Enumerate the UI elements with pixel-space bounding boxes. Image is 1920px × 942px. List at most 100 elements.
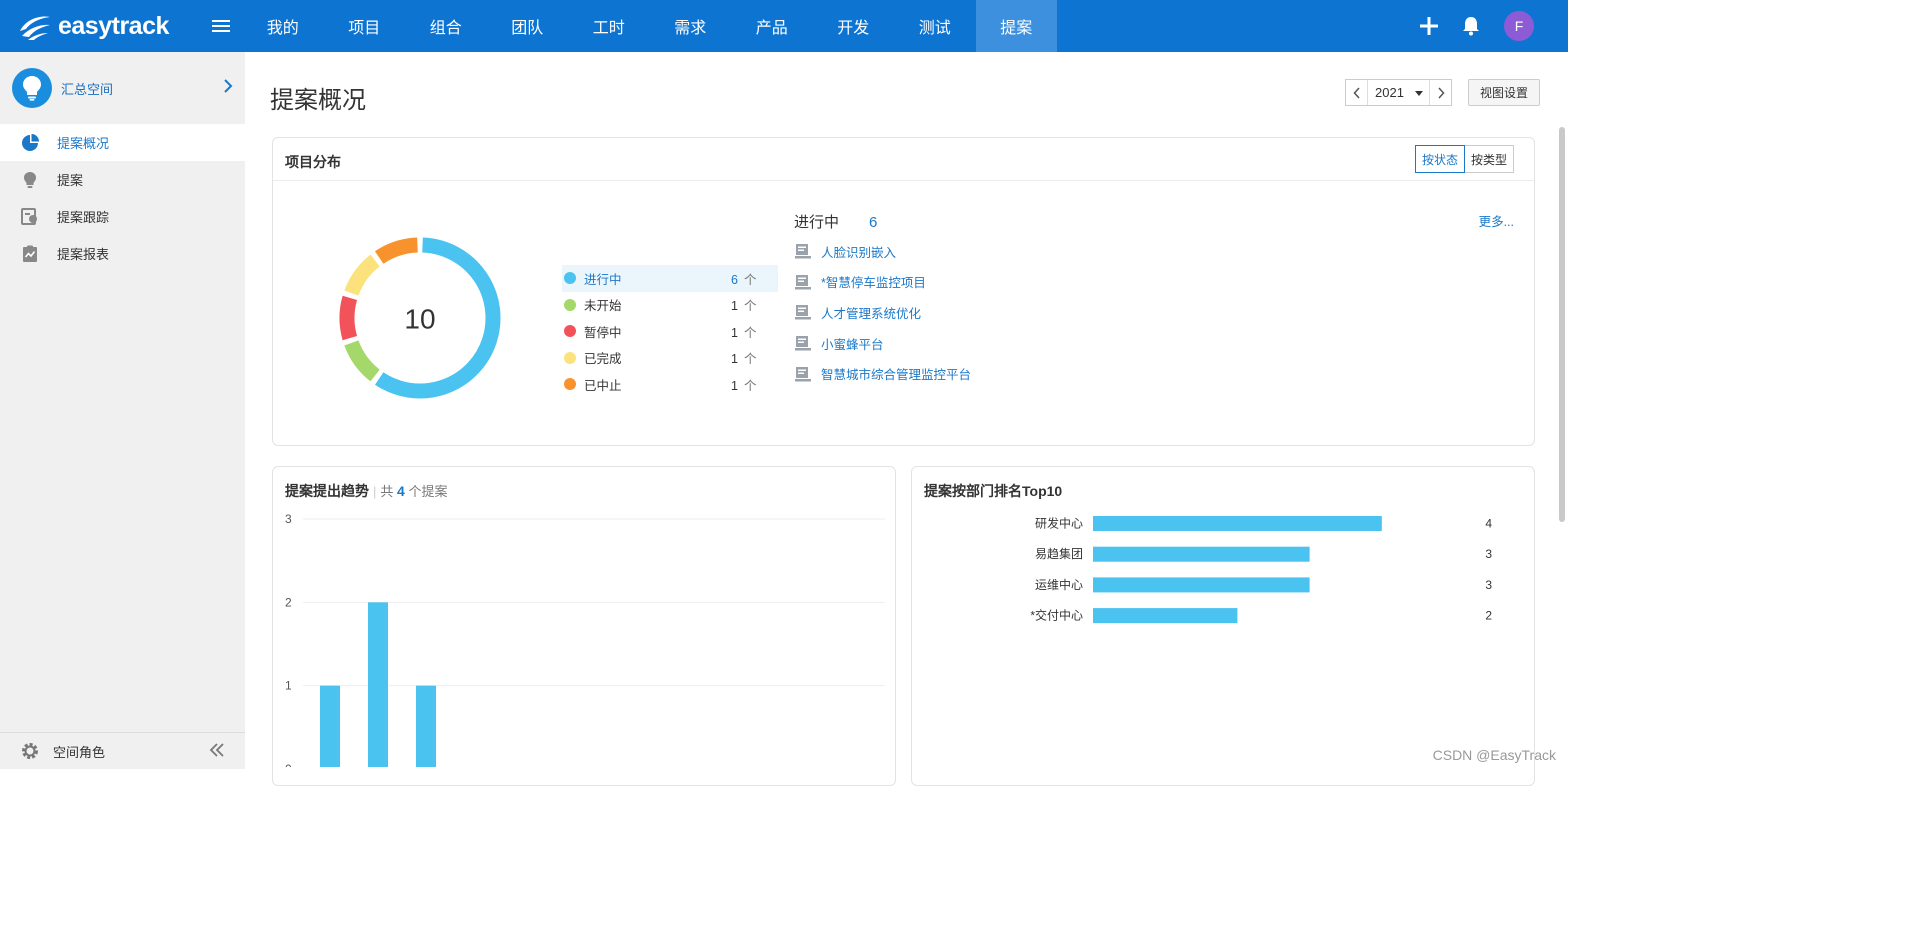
scrollbar-thumb[interactable]	[1559, 127, 1565, 522]
donut-slice[interactable]	[374, 237, 501, 399]
space-header[interactable]: 汇总空间	[0, 52, 245, 124]
sidebar-item-proposals[interactable]: 提案	[0, 161, 245, 198]
tracking-icon	[20, 207, 40, 227]
donut-slice[interactable]	[339, 295, 358, 341]
legend-item-not-started[interactable]: 未开始 1个	[562, 292, 778, 319]
nav-item-proposals[interactable]: 提案	[975, 0, 1057, 52]
donut-slice[interactable]	[374, 237, 419, 264]
by-type-tab[interactable]: 按类型	[1464, 145, 1514, 173]
nav-item-products[interactable]: 产品	[731, 0, 813, 52]
project-icon	[794, 334, 812, 352]
nav-item-development[interactable]: 开发	[813, 0, 895, 52]
lightbulb-icon	[23, 76, 41, 101]
ranking-bar-chart: 研发中心 4 易趋集团 3 运维中心 3 *交付中心 2	[1030, 516, 1492, 624]
y-tick-label: 3	[285, 512, 292, 526]
project-item[interactable]: 人脸识别嵌入	[794, 236, 971, 267]
chevron-right-icon[interactable]	[223, 78, 233, 94]
nav-item-mine[interactable]: 我的	[242, 0, 324, 52]
project-icon	[794, 365, 812, 383]
legend-label: 未开始	[584, 299, 622, 314]
year-value: 2021	[1375, 85, 1404, 100]
project-name: 小蜜蜂平台	[821, 337, 884, 352]
notifications-button[interactable]	[1450, 0, 1492, 52]
menu-toggle-button[interactable]	[200, 0, 242, 52]
legend-count: 6个	[731, 272, 757, 287]
trend-bar[interactable]	[368, 602, 388, 767]
project-list: 人脸识别嵌入 *智慧停车监控项目 人才管理系统优化 小蜜蜂平台 智慧城市综合管理…	[794, 236, 971, 389]
legend-count: 1个	[731, 378, 757, 393]
nav-item-projects[interactable]: 项目	[324, 0, 406, 52]
value-label: 4	[1485, 517, 1492, 531]
nav-item-testing[interactable]: 测试	[894, 0, 976, 52]
user-avatar[interactable]: F	[1504, 11, 1534, 41]
more-link[interactable]: 更多...	[1479, 211, 1514, 230]
ranking-bar[interactable]	[1093, 546, 1310, 562]
page-scrollbar[interactable]	[1556, 52, 1568, 769]
legend-item-completed[interactable]: 已完成 1个	[562, 345, 778, 372]
ranking-bar[interactable]	[1093, 608, 1238, 624]
legend-count: 1个	[731, 325, 757, 340]
sidebar-item-label: 提案跟踪	[57, 210, 110, 225]
category-label: 易趋集团	[1035, 546, 1083, 561]
collapse-sidebar-icon[interactable]	[209, 742, 225, 758]
project-icon	[794, 242, 812, 260]
sidebar-item-label: 提案	[57, 173, 84, 188]
project-item[interactable]: 人才管理系统优化	[794, 297, 971, 328]
trend-bar-chart: 0 1 2 3	[285, 512, 885, 767]
legend-dot	[564, 325, 576, 338]
legend-label: 进行中	[584, 272, 622, 287]
view-settings-button[interactable]: 视图设置	[1468, 79, 1540, 106]
nav-item-portfolio[interactable]: 组合	[405, 0, 487, 52]
project-name: 智慧城市综合管理监控平台	[821, 368, 972, 383]
project-item[interactable]: 小蜜蜂平台	[794, 328, 971, 359]
legend-dot	[564, 378, 576, 391]
watermark: CSDN @EasyTrack	[1432, 747, 1556, 763]
ranking-bar[interactable]	[1093, 577, 1310, 593]
ranking-bar[interactable]	[1093, 516, 1382, 531]
legend-label: 暂停中	[584, 325, 622, 340]
trend-bar[interactable]	[320, 685, 340, 767]
donut-slice[interactable]	[344, 340, 380, 382]
add-button[interactable]	[1408, 0, 1450, 52]
next-year-button[interactable]	[1430, 80, 1451, 105]
logo[interactable]: easytrack	[0, 0, 200, 52]
chevron-right-icon	[1437, 86, 1445, 99]
space-role-label: 空间角色	[53, 744, 106, 760]
main-nav: 我的 项目 组合 团队 工时 需求 产品 开发 测试 提案	[242, 0, 1057, 52]
sidebar-item-reports[interactable]: 提案报表	[0, 235, 245, 272]
plus-icon	[1420, 17, 1438, 35]
project-item[interactable]: *智慧停车监控项目	[794, 267, 971, 298]
top-navbar: easytrack 我的 项目 组合 团队 工时 需求 产品 开发 测试 提案	[0, 0, 1568, 52]
nav-item-team[interactable]: 团队	[487, 0, 569, 52]
legend-item-terminated[interactable]: 已中止 1个	[562, 371, 778, 398]
nav-item-requirements[interactable]: 需求	[650, 0, 732, 52]
legend-label: 已完成	[584, 352, 622, 367]
nav-item-timesheet[interactable]: 工时	[568, 0, 650, 52]
by-status-tab[interactable]: 按状态	[1414, 145, 1465, 173]
pie-chart-icon	[20, 133, 40, 153]
donut-slice[interactable]	[344, 254, 380, 296]
distribution-panel: 项目分布 按状态 按类型 10 进行中 6个 未开始 1个 暂停中 1个 已完成…	[272, 137, 1535, 446]
y-tick-label: 2	[285, 595, 292, 609]
distribution-toggle: 按状态 按类型	[1414, 145, 1514, 173]
year-select[interactable]: 2021	[1367, 80, 1430, 105]
year-picker: 2021	[1345, 79, 1452, 106]
category-label: 运维中心	[1035, 577, 1083, 592]
space-avatar	[12, 68, 52, 108]
trend-bar[interactable]	[416, 685, 436, 767]
legend-item-paused[interactable]: 暂停中 1个	[562, 318, 778, 345]
space-name: 汇总空间	[61, 81, 114, 97]
previous-year-button[interactable]	[1346, 80, 1367, 105]
space-role[interactable]: 空间角色	[0, 732, 245, 769]
report-icon	[20, 244, 40, 264]
value-label: 3	[1485, 578, 1492, 592]
sidebar-item-tracking[interactable]: 提案跟踪	[0, 198, 245, 235]
bell-icon	[1463, 17, 1479, 36]
project-name: *智慧停车监控项目	[821, 276, 926, 291]
lightbulb-icon	[20, 170, 40, 190]
legend-item-in-progress[interactable]: 进行中 6个	[562, 265, 778, 292]
sidebar-item-overview[interactable]: 提案概况	[0, 124, 245, 161]
gear-icon	[22, 743, 38, 759]
status-donut-chart: 10	[339, 237, 501, 399]
project-item[interactable]: 智慧城市综合管理监控平台	[794, 358, 971, 389]
